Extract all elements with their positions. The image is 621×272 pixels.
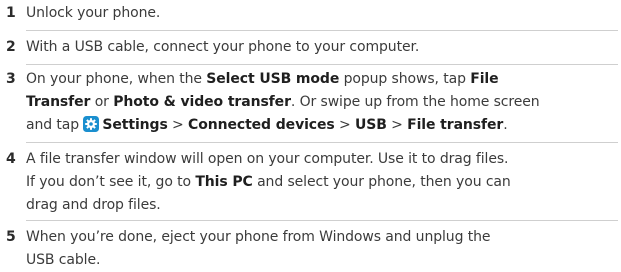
bold-term: Connected devices bbox=[188, 117, 335, 133]
step-line: On your phone, when the Select USB mode … bbox=[26, 71, 499, 87]
step-text: Unlock your phone. bbox=[26, 2, 618, 25]
step-text: On your phone, when the Select USB mode … bbox=[26, 68, 618, 137]
step-line: If you don’t see it, go to This PC and s… bbox=[26, 174, 511, 190]
step-number: 1 bbox=[6, 5, 16, 21]
step-number: 3 bbox=[6, 71, 16, 87]
step-line: When you’re done, eject your phone from … bbox=[26, 229, 491, 245]
step-text: With a USB cable, connect your phone to … bbox=[26, 36, 618, 59]
bold-term: This PC bbox=[195, 174, 253, 190]
bold-term: USB bbox=[354, 117, 387, 133]
step-divider bbox=[26, 30, 618, 31]
settings-gear-icon bbox=[83, 116, 100, 132]
step-line: Transfer or Photo & video transfer. Or s… bbox=[26, 94, 540, 110]
bold-term: File transfer bbox=[407, 117, 504, 133]
bold-term: Select USB mode bbox=[206, 71, 340, 87]
step-number: 5 bbox=[6, 229, 16, 245]
step-line: With a USB cable, connect your phone to … bbox=[26, 39, 420, 55]
step-line: Unlock your phone. bbox=[26, 5, 161, 21]
step-number: 2 bbox=[6, 39, 16, 55]
bold-term: Photo & video transfer bbox=[113, 94, 291, 110]
step-number: 4 bbox=[6, 151, 16, 167]
instruction-steps: 1 Unlock your phone. 2 With a USB cable,… bbox=[0, 0, 621, 272]
step-line: A file transfer window will open on your… bbox=[26, 151, 509, 167]
step-text: A file transfer window will open on your… bbox=[26, 148, 618, 217]
step-divider bbox=[26, 142, 618, 143]
bold-term: Settings bbox=[102, 117, 168, 133]
step-divider bbox=[26, 64, 618, 65]
bold-term: Transfer bbox=[26, 94, 91, 110]
step-divider bbox=[26, 220, 618, 221]
step-line: and tap Settings > Connected devices > U… bbox=[26, 116, 508, 133]
step-line: drag and drop files. bbox=[26, 197, 161, 213]
bold-term: File bbox=[470, 71, 499, 87]
step-text: When you’re done, eject your phone from … bbox=[26, 226, 618, 272]
step-line: USB cable. bbox=[26, 252, 101, 268]
